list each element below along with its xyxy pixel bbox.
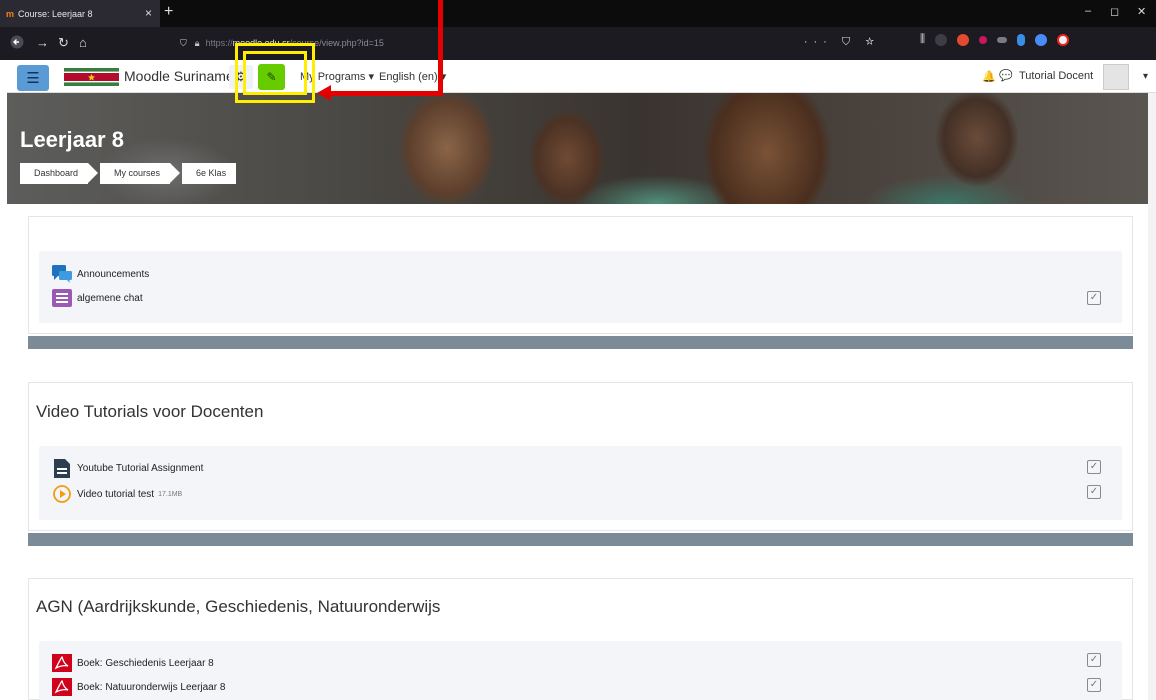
extension-icon[interactable] — [1017, 33, 1026, 46]
menu-toggle-button[interactable]: ☰ — [17, 65, 49, 91]
extension-icon[interactable] — [997, 36, 1008, 43]
activity-name: Boek: Natuuronderwijs Leerjaar 8 — [77, 681, 226, 693]
activity-boek-geschiedenis[interactable]: Boek: Geschiedenis Leerjaar 8 — [52, 654, 214, 672]
section-divider — [28, 336, 1133, 349]
activity-list — [39, 446, 1122, 520]
user-name[interactable]: Tutorial Docent — [1019, 70, 1093, 82]
assignment-icon — [52, 458, 72, 478]
messages-icon[interactable]: 💬 — [999, 69, 1013, 82]
completion-checkbox[interactable]: ✓ — [1087, 460, 1101, 474]
pdf-icon — [52, 654, 72, 672]
pdf-icon — [52, 678, 72, 696]
notification-icon[interactable] — [1057, 33, 1070, 46]
restore-icon[interactable]: ◻ — [1110, 5, 1119, 18]
back-icon[interactable] — [10, 35, 24, 52]
user-menu-caret-icon[interactable]: ▾ — [1143, 71, 1148, 82]
browser-toolbar-icons: ⫼ — [920, 33, 1070, 46]
section-divider — [28, 533, 1133, 546]
chat-icon — [52, 289, 72, 307]
completion-checkbox[interactable]: ✓ — [1087, 485, 1101, 499]
activity-algemene-chat[interactable]: algemene chat — [52, 289, 143, 307]
course-header-image — [7, 93, 1156, 204]
home-icon[interactable]: ⌂ — [79, 35, 87, 50]
notification-bell-icon[interactable]: 🔔 — [982, 70, 996, 83]
new-tab-button[interactable]: + — [164, 3, 173, 21]
annotation-arrow-line — [330, 91, 443, 96]
completion-checkbox[interactable]: ✓ — [1087, 678, 1101, 692]
moodle-logo-icon: m — [6, 8, 15, 19]
tab-title: Course: Leerjaar 8 — [18, 8, 93, 19]
activity-announcements[interactable]: Announcements — [52, 265, 149, 283]
avatar[interactable] — [1103, 64, 1129, 90]
video-icon — [52, 485, 72, 503]
url-actions[interactable]: ··· ⛉ ☆ — [804, 36, 880, 49]
activity-name: Video tutorial test — [77, 488, 155, 500]
suriname-flag-icon — [64, 68, 119, 86]
lock-icon: 🔒︎ — [194, 37, 200, 48]
pocket-icon[interactable] — [979, 35, 988, 44]
library-icon[interactable]: ⫼ — [920, 33, 925, 46]
reload-icon[interactable]: ↻ — [58, 35, 69, 51]
reader-icon[interactable] — [935, 33, 948, 46]
forum-icon — [52, 265, 72, 283]
activity-youtube-tutorial-assignment[interactable]: Youtube Tutorial Assignment — [52, 458, 204, 478]
moodle-navbar: ☰ Moodle Suriname ⚙ ✎ My Programs ▾ Engl… — [7, 60, 1156, 93]
browser-tab-bar: m Course: Leerjaar 8 × + – ◻ ✕ — [0, 0, 1156, 27]
language-menu[interactable]: English (en) ▾ — [379, 70, 446, 83]
activity-list — [39, 251, 1122, 323]
breadcrumb-my-courses[interactable]: My courses — [100, 163, 181, 184]
breadcrumb-course-category[interactable]: 6e Klas — [182, 163, 237, 184]
forward-icon[interactable]: → — [36, 35, 49, 50]
activity-name: algemene chat — [77, 292, 143, 304]
annotation-arrow-line — [438, 0, 443, 96]
section-title[interactable]: Video Tutorials voor Docenten — [36, 402, 263, 422]
highlight-box-inner — [243, 51, 307, 95]
extension-icon[interactable] — [957, 33, 970, 46]
activity-video-tutorial-test[interactable]: Video tutorial test 17.1MB — [52, 485, 182, 503]
tracking-shield-icon: ⛉ — [180, 37, 187, 48]
completion-checkbox[interactable]: ✓ — [1087, 653, 1101, 667]
breadcrumb-dashboard[interactable]: Dashboard — [20, 163, 99, 184]
completion-checkbox[interactable]: ✓ — [1087, 291, 1101, 305]
minimize-icon[interactable]: – — [1085, 5, 1091, 17]
page-scrollbar[interactable] — [1148, 93, 1156, 700]
page-title: Leerjaar 8 — [20, 127, 124, 152]
breadcrumb: Dashboard My courses 6e Klas — [20, 163, 238, 184]
activity-name: Boek: Geschiedenis Leerjaar 8 — [77, 657, 214, 669]
site-name[interactable]: Moodle Suriname — [124, 68, 234, 84]
extension-icon[interactable] — [1035, 33, 1048, 46]
close-tab-icon[interactable]: × — [145, 6, 152, 20]
browser-tab[interactable]: m Course: Leerjaar 8 × — [0, 0, 160, 27]
close-window-icon[interactable]: ✕ — [1137, 5, 1146, 18]
url-prefix: https:// — [205, 38, 233, 48]
activity-boek-natuuronderwijs[interactable]: Boek: Natuuronderwijs Leerjaar 8 — [52, 678, 225, 696]
file-size: 17.1MB — [158, 490, 183, 498]
activity-name: Announcements — [77, 268, 150, 280]
section-title[interactable]: AGN (Aardrijkskunde, Geschiedenis, Natuu… — [36, 597, 440, 617]
activity-name: Youtube Tutorial Assignment — [77, 462, 204, 474]
annotation-arrow-head-icon — [317, 85, 331, 101]
